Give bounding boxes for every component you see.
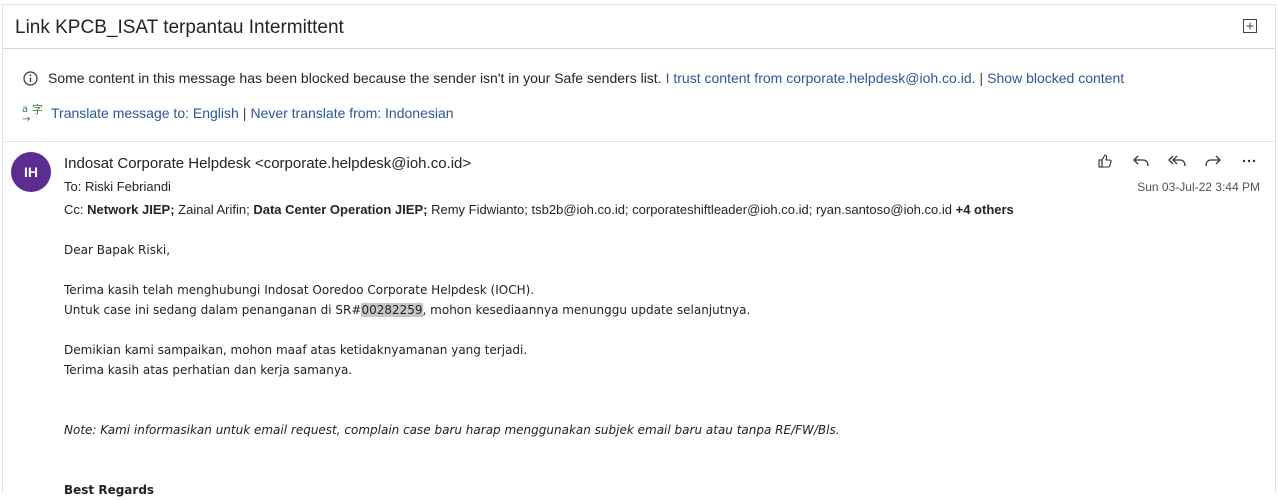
cc-recipient[interactable]: ryan.santoso@ioh.co.id (816, 202, 952, 217)
to-line: To: Riski Febriandi (64, 179, 171, 194)
to-label: To: (64, 179, 82, 194)
forward-icon[interactable] (1202, 150, 1224, 172)
body-paragraph-sr: Untuk case ini sedang dalam penanganan d… (64, 303, 751, 317)
separator: | (979, 70, 984, 86)
translate-message-link[interactable]: Translate message to: English (51, 105, 239, 121)
message-date: Sun 03-Jul-22 3:44 PM (1137, 180, 1260, 194)
closing-text: Best Regards (64, 483, 155, 497)
cc-line: Cc: Network JIEP; Zainal Arifin; Data Ce… (64, 202, 1014, 217)
translate-icon: a 字 → (21, 102, 43, 124)
reply-icon[interactable] (1130, 150, 1152, 172)
greeting: Dear Bapak Riski, (64, 243, 171, 257)
sr-number: 00282259 (361, 303, 423, 317)
info-icon (23, 70, 38, 86)
cc-label: Cc: (64, 202, 84, 217)
open-in-new-window-icon[interactable] (1243, 19, 1257, 33)
cc-recipient[interactable]: Remy Fidwianto; (431, 202, 528, 217)
message-subject: Link KPCB_ISAT terpantau Intermittent (15, 17, 344, 38)
cc-recipient[interactable]: Data Center Operation JIEP; (253, 202, 427, 217)
note-text: Note: Kami informasikan untuk email requ… (64, 423, 840, 437)
more-actions-icon[interactable] (1238, 150, 1260, 172)
sender-avatar[interactable]: IH (11, 152, 51, 192)
message-actions (1094, 150, 1260, 172)
never-translate-link[interactable]: Never translate from: Indonesian (250, 105, 453, 121)
trust-sender-link[interactable]: I trust content from corporate.helpdesk@… (666, 70, 976, 86)
svg-text:字: 字 (32, 102, 43, 116)
sender-name[interactable]: Indosat Corporate Helpdesk <corporate.he… (64, 155, 471, 172)
blocked-text: Some content in this message has been bl… (48, 70, 662, 86)
subject-header: Link KPCB_ISAT terpantau Intermittent (3, 5, 1275, 49)
cc-recipient[interactable]: tsb2b@ioh.co.id; (532, 202, 629, 217)
info-bar: Some content in this message has been bl… (3, 49, 1275, 142)
reply-all-icon[interactable] (1166, 150, 1188, 172)
to-recipient[interactable]: Riski Febriandi (85, 179, 171, 194)
show-blocked-content-link[interactable]: Show blocked content (987, 70, 1124, 86)
cc-recipient[interactable]: Zainal Arifin; (178, 202, 250, 217)
svg-text:→: → (22, 114, 30, 124)
cc-recipient[interactable]: corporateshiftleader@ioh.co.id; (632, 202, 812, 217)
separator: | (242, 105, 247, 121)
body-paragraph: Demikian kami sampaikan, mohon maaf atas… (64, 343, 528, 357)
message-body: Dear Bapak Riski, Terima kasih telah men… (64, 240, 840, 500)
body-paragraph: Terima kasih atas perhatian dan kerja sa… (64, 363, 353, 377)
cc-recipient[interactable]: Network JIEP; (87, 202, 174, 217)
more-recipients-button[interactable]: +4 others (956, 202, 1014, 217)
blocked-content-notice: Some content in this message has been bl… (23, 70, 1124, 86)
body-paragraph: Terima kasih telah menghubungi Indosat O… (64, 283, 535, 297)
translate-bar: a 字 → Translate message to: English | Ne… (21, 102, 454, 124)
like-icon[interactable] (1094, 150, 1116, 172)
